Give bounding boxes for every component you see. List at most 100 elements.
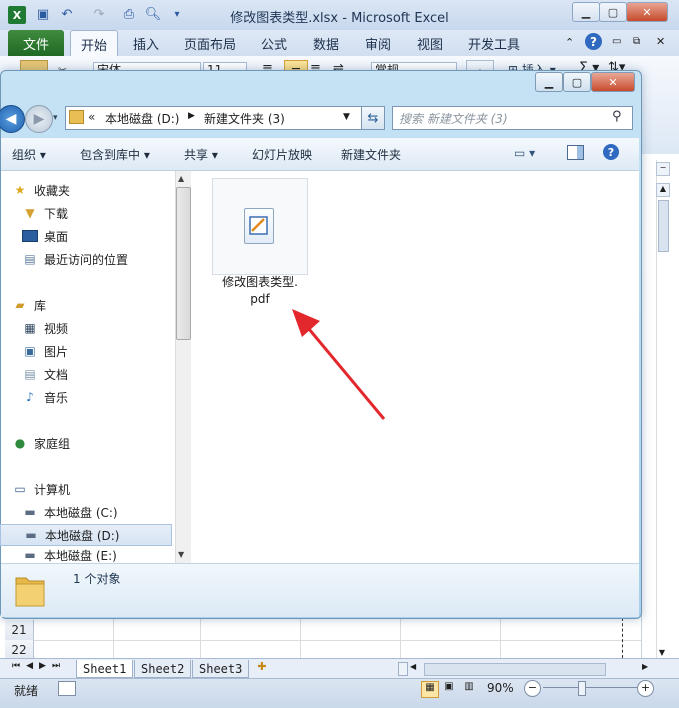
row-header[interactable]: 21 bbox=[5, 620, 34, 641]
system-drive-icon: ▬ bbox=[24, 505, 36, 519]
nav-recent-places[interactable]: ▤ 最近访问的位置 bbox=[0, 248, 194, 270]
nav-downloads-label: 下载 bbox=[44, 206, 69, 221]
explorer-close-button[interactable]: ✕ bbox=[591, 72, 635, 92]
breadcrumb-drive[interactable]: 本地磁盘 (D:) bbox=[105, 110, 179, 127]
status-text: 就绪 bbox=[14, 684, 39, 698]
tab-insert[interactable]: 插入 bbox=[133, 34, 159, 53]
share-button[interactable]: 共享 ▾ bbox=[184, 146, 218, 163]
include-in-library-label: 包含到库中 bbox=[80, 148, 141, 162]
page-break-view-icon[interactable]: ▥ bbox=[461, 681, 477, 696]
tab-split-handle[interactable] bbox=[398, 662, 408, 676]
nav-drive-e[interactable]: ▬ 本地磁盘 (E:) bbox=[0, 547, 194, 563]
doc-close-icon[interactable]: ✕ bbox=[656, 35, 665, 48]
nav-music[interactable]: ♪ 音乐 bbox=[0, 386, 194, 408]
tab-formulas[interactable]: 公式 bbox=[261, 34, 287, 53]
nav-drive-d[interactable]: ▬ 本地磁盘 (D:) bbox=[0, 524, 172, 546]
nav-drive-d-label: 本地磁盘 (D:) bbox=[45, 528, 120, 543]
file-name-line2: pdf bbox=[250, 292, 270, 306]
zoom-slider-thumb[interactable] bbox=[578, 681, 586, 696]
nav-videos[interactable]: ▦ 视频 bbox=[0, 317, 194, 339]
nav-desktop[interactable]: 桌面 bbox=[0, 225, 194, 247]
nav-libraries-label: 库 bbox=[34, 298, 47, 313]
slideshow-button[interactable]: 幻灯片放映 bbox=[252, 146, 312, 163]
horizontal-scroll-thumb[interactable] bbox=[424, 663, 606, 676]
vertical-scroll-thumb[interactable] bbox=[658, 200, 669, 252]
sheet-tab-3[interactable]: Sheet3 bbox=[192, 660, 250, 678]
new-folder-button[interactable]: 新建文件夹 bbox=[341, 146, 401, 163]
tab-home[interactable]: 开始 bbox=[70, 30, 119, 57]
sheet-nav-arrows-icon[interactable]: ⏮◀▶⏭ bbox=[12, 661, 66, 671]
scroll-down-arrow-icon[interactable]: ▼ bbox=[178, 550, 184, 559]
tab-data[interactable]: 数据 bbox=[313, 34, 339, 53]
forward-button[interactable]: ▶ bbox=[25, 105, 53, 133]
view-options-icon[interactable]: ▭ ▾ bbox=[514, 146, 535, 160]
search-placeholder[interactable]: 搜索 新建文件夹 (3) bbox=[399, 110, 508, 127]
drive-icon: ▬ bbox=[25, 528, 37, 542]
grid-line bbox=[300, 617, 301, 658]
sheet-tab-2[interactable]: Sheet2 bbox=[134, 660, 192, 678]
nav-documents[interactable]: ▤ 文档 bbox=[0, 363, 194, 385]
nav-homegroup[interactable]: ● 家庭组 bbox=[0, 432, 184, 454]
nav-favorites-label: 收藏夹 bbox=[34, 183, 71, 198]
nav-downloads[interactable]: ▼ 下载 bbox=[0, 202, 194, 224]
tab-view[interactable]: 视图 bbox=[417, 34, 443, 53]
ribbon-collapse-icon[interactable]: ⌃ bbox=[565, 36, 574, 49]
scroll-right-arrow-icon[interactable]: ▶ bbox=[642, 662, 654, 675]
nav-documents-label: 文档 bbox=[44, 367, 69, 382]
column-expand-icon[interactable]: − bbox=[656, 162, 670, 176]
tab-file[interactable]: 文件 bbox=[8, 30, 64, 56]
chevron-down-icon: ▾ bbox=[36, 148, 46, 162]
file-name-label[interactable]: 修改图表类型. pdf bbox=[210, 274, 310, 308]
maximize-button[interactable]: ▢ bbox=[599, 2, 627, 22]
zoom-level[interactable]: 90% bbox=[487, 681, 514, 695]
grid-line bbox=[113, 617, 114, 658]
breadcrumb-separator-icon[interactable]: ▶ bbox=[188, 111, 195, 121]
sheet-tab-1[interactable]: Sheet1 bbox=[76, 660, 134, 678]
explorer-minimize-button[interactable]: ▁ bbox=[535, 72, 563, 92]
nav-pictures-label: 图片 bbox=[44, 344, 69, 359]
scroll-down-arrow-icon[interactable]: ▼ bbox=[656, 648, 668, 658]
normal-view-icon[interactable]: ▦ bbox=[421, 681, 439, 698]
tab-page-layout[interactable]: 页面布局 bbox=[184, 34, 236, 53]
preview-pane-icon[interactable] bbox=[567, 145, 584, 160]
explorer-maximize-button[interactable]: ▢ bbox=[563, 72, 591, 92]
nav-scroll-thumb[interactable] bbox=[176, 187, 191, 340]
page-layout-view-icon[interactable]: ▣ bbox=[441, 681, 457, 696]
nav-computer[interactable]: ▭ 计算机 bbox=[0, 478, 184, 500]
include-in-library-button[interactable]: 包含到库中 ▾ bbox=[80, 146, 150, 163]
nav-favorites[interactable]: ★ 收藏夹 bbox=[0, 179, 184, 201]
minimize-button[interactable]: ▁ bbox=[572, 2, 600, 22]
zoom-in-icon[interactable]: + bbox=[637, 680, 654, 697]
scroll-up-arrow-icon[interactable]: ▲ bbox=[178, 174, 184, 183]
computer-icon: ▭ bbox=[14, 482, 26, 496]
nav-drive-c[interactable]: ▬ 本地磁盘 (C:) bbox=[0, 501, 194, 523]
help-icon[interactable]: ? bbox=[585, 33, 602, 50]
scroll-up-arrow-icon[interactable]: ▲ bbox=[656, 183, 670, 197]
macro-record-icon[interactable] bbox=[58, 681, 76, 696]
organize-button[interactable]: 组织 ▾ bbox=[12, 146, 46, 163]
nav-desktop-label: 桌面 bbox=[44, 229, 69, 244]
search-icon[interactable]: ⚲ bbox=[612, 109, 622, 124]
breadcrumb-folder[interactable]: 新建文件夹 (3) bbox=[204, 110, 285, 127]
nav-pictures[interactable]: ▣ 图片 bbox=[0, 340, 194, 362]
zoom-slider-track[interactable] bbox=[543, 687, 638, 688]
address-dropdown-icon[interactable]: ▼ bbox=[343, 112, 350, 122]
refresh-icon[interactable]: ⇆ bbox=[361, 106, 385, 130]
annotation-arrow-icon bbox=[292, 309, 386, 420]
close-button[interactable]: ✕ bbox=[626, 2, 668, 22]
zoom-out-icon[interactable]: − bbox=[524, 680, 541, 697]
tab-review[interactable]: 审阅 bbox=[365, 34, 391, 53]
grid-line bbox=[200, 617, 201, 658]
insert-sheet-icon[interactable]: ✚ bbox=[252, 660, 272, 676]
nav-recent-places-label: 最近访问的位置 bbox=[44, 252, 129, 267]
breadcrumb-overflow[interactable]: « bbox=[88, 110, 95, 124]
nav-libraries[interactable]: ▰ 库 bbox=[0, 294, 184, 316]
doc-restore-icon[interactable]: ⧉ bbox=[633, 36, 640, 47]
tab-developer[interactable]: 开发工具 bbox=[468, 34, 520, 53]
scroll-left-arrow-icon[interactable]: ◀ bbox=[410, 662, 422, 675]
video-library-icon: ▦ bbox=[24, 321, 36, 335]
folder-icon bbox=[69, 110, 84, 124]
recent-pages-icon[interactable]: ▾ bbox=[53, 113, 58, 123]
doc-minimize-icon[interactable]: ▭ bbox=[612, 36, 621, 47]
explorer-help-icon[interactable]: ? bbox=[603, 144, 619, 160]
